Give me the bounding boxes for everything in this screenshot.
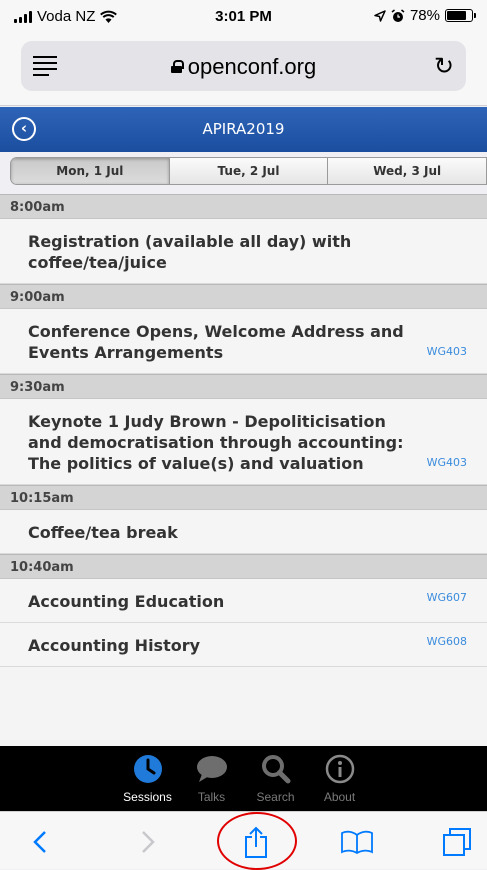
tab-sessions[interactable]: Sessions [123,746,173,811]
tab-talks[interactable]: Talks [187,746,237,811]
session-title: Registration (available all day) with co… [28,232,352,272]
session-item[interactable]: Conference Opens, Welcome Address and Ev… [0,309,487,374]
session-title: Coffee/tea break [28,523,178,542]
bookmarks-button[interactable] [337,822,377,862]
highlight-circle [217,812,297,870]
day-tabs: Mon, 1 Jul Tue, 2 Jul Wed, 3 Jul [10,157,487,185]
tabs-button[interactable] [437,822,477,862]
session-title: Accounting Education [28,592,225,611]
time-slot-header: 10:40am [0,554,487,579]
alarm-icon [391,8,405,22]
lock-icon [170,60,184,73]
info-icon [325,754,354,784]
time-slot-header: 8:00am [0,194,487,219]
address-bar[interactable]: openconf.org ↻ [21,41,466,91]
session-item[interactable]: Accounting History WG608 [0,623,487,667]
session-item[interactable]: Accounting Education WG607 [0,579,487,623]
session-title: Accounting History [28,636,201,655]
session-room: WG607 [426,591,467,604]
time-slot-header: 9:30am [0,374,487,399]
tab-day-2[interactable]: Tue, 2 Jul [170,158,329,184]
url-text: openconf.org [187,54,317,79]
reload-icon[interactable]: ↻ [434,52,454,81]
session-item[interactable]: Registration (available all day) with co… [0,219,487,284]
tabs-icon [443,828,471,856]
battery-percent: 78% [409,7,440,24]
time-slot-header: 10:15am [0,485,487,510]
browser-back-button[interactable] [20,822,60,862]
session-room: WG403 [426,345,467,358]
back-icon [33,831,46,853]
bookmarks-icon [341,830,373,854]
app-title: APIRA2019 [202,120,285,138]
app-header: ‹ APIRA2019 [0,107,487,152]
tab-search[interactable]: Search [251,746,301,811]
browser-toolbar [0,811,487,870]
session-title: Keynote 1 Judy Brown - Depoliticisation … [28,412,404,473]
session-room: WG608 [426,635,467,648]
time-slot-header: 9:00am [0,284,487,309]
battery-icon [445,9,476,22]
status-right: 78% [374,7,476,24]
forward-icon [142,831,155,853]
app-tab-bar: Sessions Talks Search About [0,746,487,811]
session-item[interactable]: Coffee/tea break [0,510,487,554]
schedule-list[interactable]: 8:00am Registration (available all day) w… [0,194,487,746]
browser-forward-button[interactable] [128,822,168,862]
browser-top-bar: openconf.org ↻ [0,34,487,106]
tab-about[interactable]: About [315,746,365,811]
location-arrow-icon [374,9,386,22]
tab-day-1[interactable]: Mon, 1 Jul [11,158,170,184]
session-room: WG403 [426,456,467,469]
speech-bubble-icon [196,756,227,782]
status-bar: Voda NZ 3:01 PM 78% [0,0,487,34]
session-title: Conference Opens, Welcome Address and Ev… [28,322,404,362]
magnifier-icon [261,755,290,784]
clock-icon [133,755,162,783]
session-item[interactable]: Keynote 1 Judy Brown - Depoliticisation … [0,399,487,485]
tab-day-3[interactable]: Wed, 3 Jul [328,158,487,184]
url-display[interactable]: openconf.org [21,54,466,80]
